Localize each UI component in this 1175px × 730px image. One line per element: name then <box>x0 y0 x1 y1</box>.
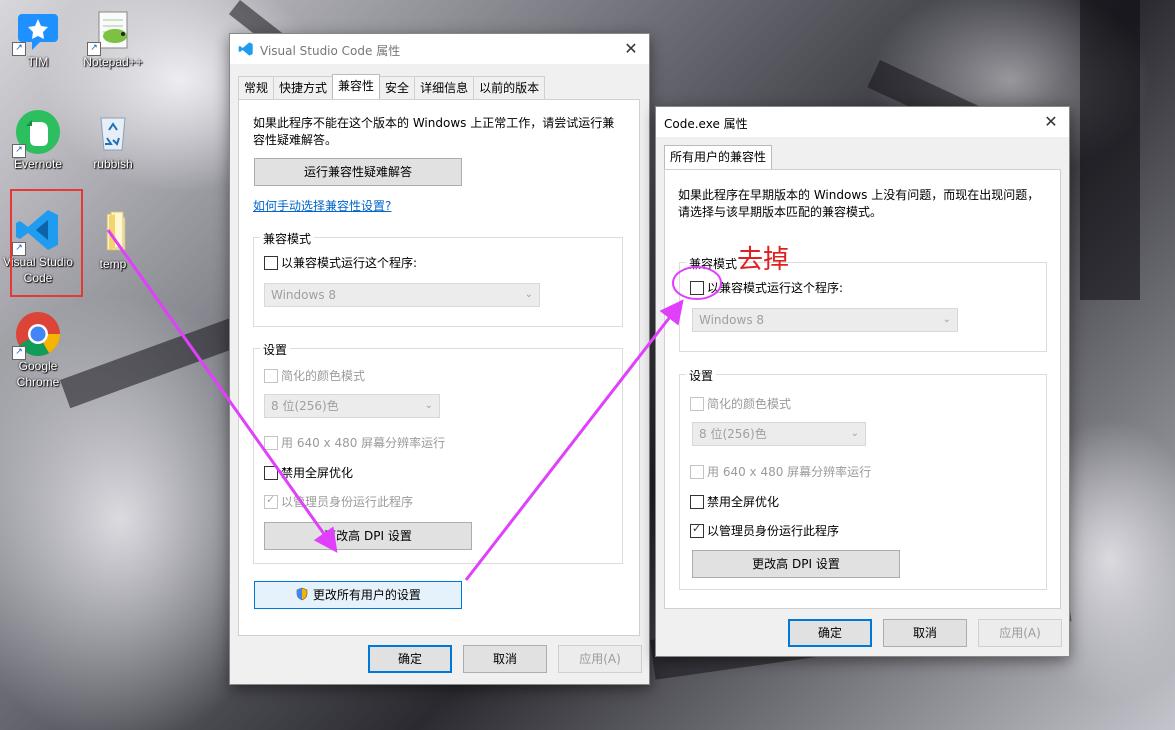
notepad-plus-plus-icon: ↗ <box>87 6 137 56</box>
compat-mode-title: 兼容模式 <box>260 230 315 247</box>
change-all-users-button[interactable]: 更改所有用户的设置 <box>254 581 462 609</box>
run-as-admin-checkbox[interactable] <box>690 522 704 538</box>
settings-title: 设置 <box>260 341 291 358</box>
cancel-button[interactable]: 取消 <box>883 619 967 647</box>
compat-os-value: Windows 8 <box>271 288 337 302</box>
reduced-color-checkbox[interactable] <box>264 369 278 383</box>
compat-mode-label: 以兼容模式运行这个程序: <box>281 256 418 270</box>
chevron-down-icon: ⌄ <box>424 400 433 411</box>
compat-mode-checkbox[interactable] <box>264 256 278 270</box>
high-dpi-button[interactable]: 更改高 DPI 设置 <box>692 550 900 578</box>
settings-title: 设置 <box>686 367 717 384</box>
shortcut-arrow-icon: ↗ <box>87 42 101 56</box>
tim-icon: ↗ <box>12 6 62 56</box>
color-depth-value: 8 位(256)色 <box>699 427 767 441</box>
reduced-color-label: 简化的颜色模式 <box>707 397 792 411</box>
evernote-icon: ↗ <box>12 108 62 158</box>
chevron-down-icon: ⌄ <box>942 314 951 325</box>
res-640-label: 用 640 x 480 屏幕分辨率运行 <box>707 465 872 479</box>
compat-mode-title: 兼容模式 <box>686 255 741 272</box>
apply-button[interactable]: 应用(A) <box>558 645 642 673</box>
compat-mode-checkbox[interactable] <box>690 281 704 295</box>
folder-icon <box>89 208 137 256</box>
selection-highlight <box>10 189 83 297</box>
shortcut-arrow-icon: ↗ <box>12 346 26 360</box>
tab-details[interactable]: 详细信息 <box>414 76 475 99</box>
code-exe-properties-dialog: Code.exe 属性 ✕ 所有用户的兼容性 如果此程序在早期版本的 Windo… <box>655 106 1070 657</box>
ok-button[interactable]: 确定 <box>368 645 452 673</box>
tab-security[interactable]: 安全 <box>379 76 416 99</box>
compat-mode-label: 以兼容模式运行这个程序: <box>707 281 844 295</box>
shortcut-arrow-icon: ↗ <box>12 144 26 158</box>
high-dpi-button[interactable]: 更改高 DPI 设置 <box>264 522 472 550</box>
dialog-titlebar: Visual Studio Code 属性 ✕ <box>230 34 649 64</box>
close-icon[interactable]: ✕ <box>1041 112 1061 132</box>
res-640-checkbox[interactable] <box>264 436 278 450</box>
settings-group: 设置 简化的颜色模式 8 位(256)色 ⌄ 用 640 x 480 屏幕分辨率… <box>679 367 1047 590</box>
fullscreen-opt-label: 禁用全屏优化 <box>281 466 354 480</box>
desktop-icon-label: TIM <box>27 55 49 69</box>
desktop-icon-tim[interactable]: ↗ TIM <box>3 6 73 70</box>
tab-all-users-compat[interactable]: 所有用户的兼容性 <box>664 145 773 171</box>
desktop-icon-evernote[interactable]: ↗ Evernote <box>3 108 73 172</box>
intro-text: 如果此程序在早期版本的 Windows 上没有问题，而现在出现问题，请选择与该早… <box>678 188 1040 219</box>
fullscreen-opt-label: 禁用全屏优化 <box>707 495 780 509</box>
compat-os-select[interactable]: Windows 8 ⌄ <box>692 308 958 332</box>
reduced-color-label: 简化的颜色模式 <box>281 369 366 383</box>
annotation-note: 去掉 <box>737 245 790 275</box>
dialog-title: Visual Studio Code 属性 <box>260 44 401 58</box>
desktop-icon-rubbish[interactable]: rubbish <box>78 108 148 172</box>
change-all-users-label: 更改所有用户的设置 <box>312 588 421 602</box>
res-640-label: 用 640 x 480 屏幕分辨率运行 <box>281 436 446 450</box>
shortcut-arrow-icon: ↗ <box>12 42 26 56</box>
desktop-icon-chrome[interactable]: ↗ Google Chrome <box>3 310 73 390</box>
compat-mode-group: 兼容模式 以兼容模式运行这个程序: Windows 8 ⌄ <box>679 255 1047 352</box>
desktop-icon-label: Evernote <box>13 157 63 171</box>
desktop-icon-label: Notepad++ <box>83 55 143 69</box>
ok-button[interactable]: 确定 <box>788 619 872 647</box>
color-depth-select[interactable]: 8 位(256)色 ⌄ <box>264 394 440 418</box>
color-depth-select[interactable]: 8 位(256)色 ⌄ <box>692 422 866 446</box>
run-as-admin-checkbox[interactable] <box>264 493 278 509</box>
color-depth-value: 8 位(256)色 <box>271 399 339 413</box>
compat-mode-group: 兼容模式 以兼容模式运行这个程序: Windows 8 ⌄ <box>253 230 623 327</box>
manual-compat-link[interactable]: 如何手动选择兼容性设置? <box>253 197 391 214</box>
tab-shortcut[interactable]: 快捷方式 <box>273 76 334 99</box>
dialog-titlebar: Code.exe 属性 ✕ <box>656 107 1069 137</box>
chrome-icon: ↗ <box>12 310 62 360</box>
recycle-bin-icon <box>89 108 137 156</box>
reduced-color-checkbox[interactable] <box>690 397 704 411</box>
tab-compatibility[interactable]: 兼容性 <box>332 74 381 100</box>
close-icon[interactable]: ✕ <box>621 39 641 59</box>
desktop-icon-label: rubbish <box>93 157 133 171</box>
desktop-icon-label: temp <box>99 257 127 271</box>
cancel-button[interactable]: 取消 <box>463 645 547 673</box>
desktop-icon-label: Google Chrome <box>16 359 60 389</box>
compat-os-value: Windows 8 <box>699 313 765 327</box>
all-users-compat-panel: 如果此程序在早期版本的 Windows 上没有问题，而现在出现问题，请选择与该早… <box>664 169 1061 609</box>
fullscreen-opt-checkbox[interactable] <box>690 495 704 509</box>
desktop-icon-temp[interactable]: temp <box>78 208 148 272</box>
res-640-checkbox[interactable] <box>690 465 704 479</box>
run-as-admin-label: 以管理员身份运行此程序 <box>281 495 414 509</box>
apply-button[interactable]: 应用(A) <box>978 619 1062 647</box>
settings-group: 设置 简化的颜色模式 8 位(256)色 ⌄ 用 640 x 480 屏幕分辨率… <box>253 341 623 564</box>
tab-previous-versions[interactable]: 以前的版本 <box>473 76 546 99</box>
vscode-properties-dialog: Visual Studio Code 属性 ✕ 常规 快捷方式 兼容性 安全 详… <box>229 33 650 685</box>
tab-general[interactable]: 常规 <box>238 76 275 99</box>
run-troubleshooter-button[interactable]: 运行兼容性疑难解答 <box>254 158 462 186</box>
chevron-down-icon: ⌄ <box>524 289 533 300</box>
intro-text: 如果此程序不能在这个版本的 Windows 上正常工作，请尝试运行兼容性疑难解答… <box>253 116 615 147</box>
compatibility-panel: 如果此程序不能在这个版本的 Windows 上正常工作，请尝试运行兼容性疑难解答… <box>238 99 640 636</box>
fullscreen-opt-checkbox[interactable] <box>264 466 278 480</box>
desktop-icon-notepad[interactable]: ↗ Notepad++ <box>78 6 148 70</box>
vscode-small-icon <box>238 42 253 56</box>
run-as-admin-label: 以管理员身份运行此程序 <box>707 524 840 538</box>
compat-os-select[interactable]: Windows 8 ⌄ <box>264 283 540 307</box>
chevron-down-icon: ⌄ <box>850 428 859 439</box>
dialog-title: Code.exe 属性 <box>664 117 748 131</box>
shield-icon <box>296 587 308 601</box>
